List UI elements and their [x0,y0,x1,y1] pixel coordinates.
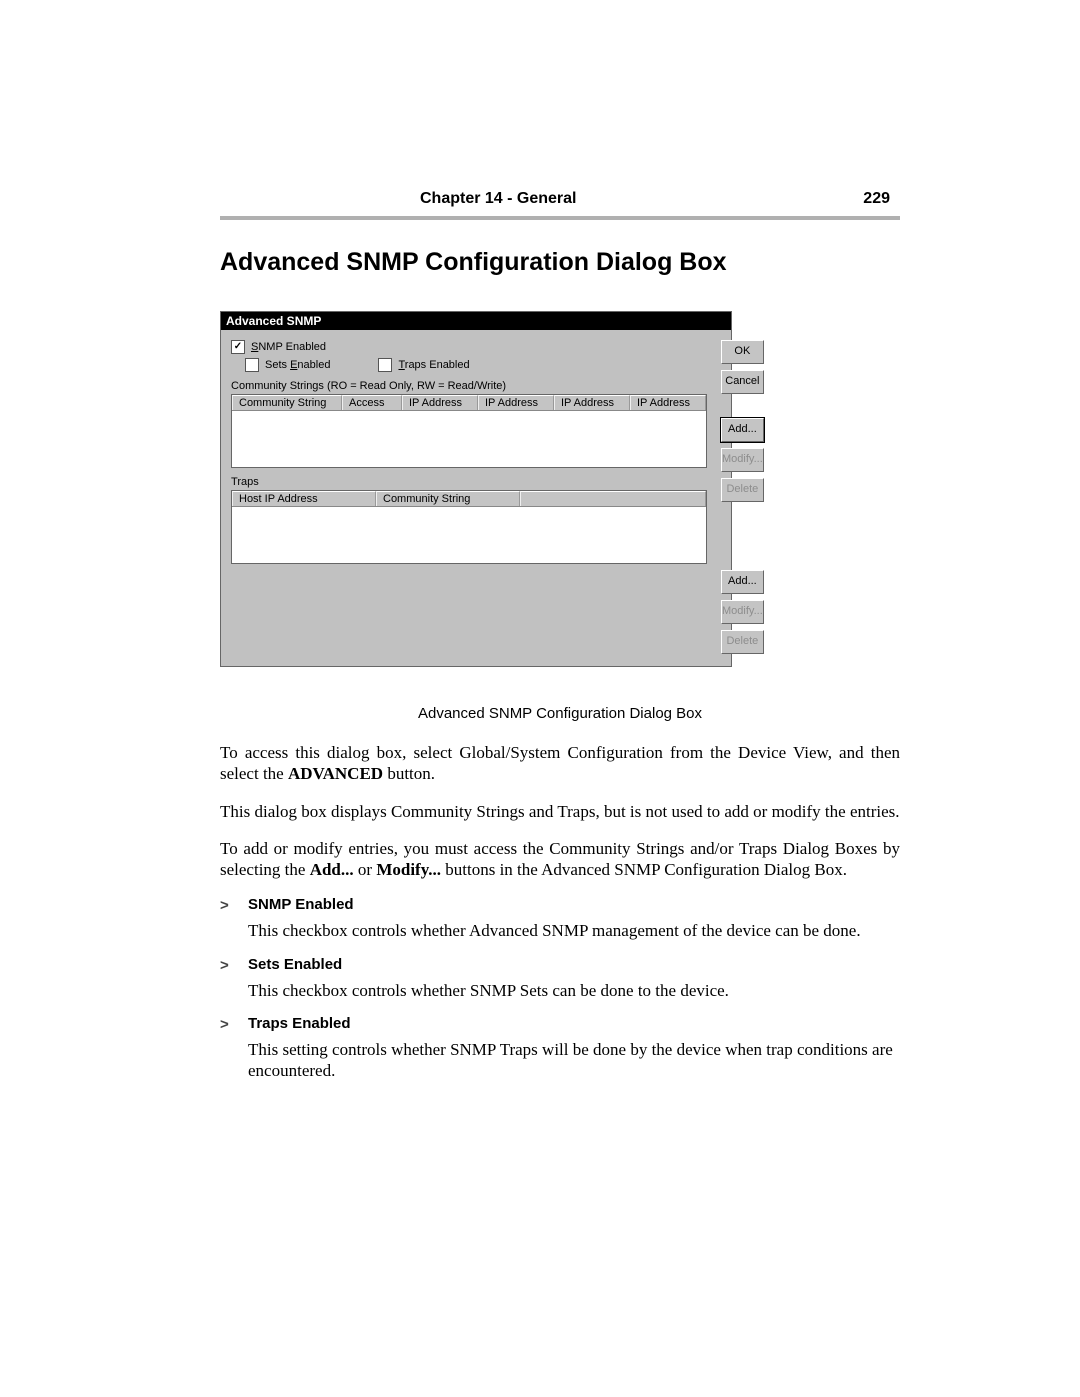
chapter-label: Chapter 14 - General [420,190,577,208]
traps-enabled-checkbox[interactable] [378,358,392,372]
community-add-button[interactable]: Add... [721,418,764,442]
document-page: Chapter 14 - General 229 Advanced SNMP C… [0,0,1080,1255]
traps-caption: Traps [231,476,707,488]
item-body: This setting controls whether SNMP Traps… [248,1039,900,1082]
col-ip2: IP Address [478,395,554,410]
col-host-ip: Host IP Address [232,491,376,506]
col-access: Access [342,395,402,410]
item-heading: Sets Enabled [248,956,342,974]
sets-enabled-checkbox[interactable] [245,358,259,372]
item-sets-enabled: > Sets Enabled [220,956,900,974]
traps-header: Host IP Address Community String [232,491,706,507]
col-ip1: IP Address [402,395,478,410]
traps-delete-button[interactable]: Delete [721,630,764,654]
col-ip3: IP Address [554,395,630,410]
ok-button[interactable]: OK [721,340,764,364]
col-community: Community String [376,491,520,506]
sets-enabled-label: Sets Enabled [265,359,330,371]
item-snmp-enabled: > SNMP Enabled [220,896,900,914]
page-title: Advanced SNMP Configuration Dialog Box [220,248,900,277]
community-delete-button[interactable]: Delete [721,478,764,502]
snmp-enabled-label: SSNMP EnabledNMP Enabled [251,341,326,353]
snmp-enabled-checkbox[interactable]: ✓ [231,340,245,354]
traps-list[interactable]: Host IP Address Community String [231,490,707,564]
col-community-string: Community String [232,395,342,410]
col-ip4: IP Address [630,395,706,410]
traps-add-button[interactable]: Add... [721,570,764,594]
item-heading: SNMP Enabled [248,896,354,914]
figure-caption: Advanced SNMP Configuration Dialog Box [220,705,900,722]
paragraph-displays: This dialog box displays Community Strin… [220,801,900,822]
community-strings-header: Community String Access IP Address IP Ad… [232,395,706,411]
community-strings-caption: Community Strings (RO = Read Only, RW = … [231,380,707,392]
item-body: This checkbox controls whether Advanced … [248,920,900,941]
item-body: This checkbox controls whether SNMP Sets… [248,980,900,1001]
header-rule [220,216,900,220]
chevron-icon: > [220,1015,234,1033]
item-traps-enabled: > Traps Enabled [220,1015,900,1033]
paragraph-access: To access this dialog box, select Global… [220,742,900,785]
chevron-icon: > [220,896,234,914]
chevron-icon: > [220,956,234,974]
item-heading: Traps Enabled [248,1015,351,1033]
traps-modify-button[interactable]: Modify... [721,600,764,624]
community-modify-button[interactable]: Modify... [721,448,764,472]
page-header: Chapter 14 - General 229 [220,190,900,216]
page-number: 229 [863,190,890,208]
traps-enabled-label: Traps Enabled [398,359,469,371]
advanced-snmp-dialog: Advanced SNMP ✓ SSNMP EnabledNMP Enabled… [220,311,732,667]
paragraph-addmodify: To add or modify entries, you must acces… [220,838,900,881]
dialog-titlebar: Advanced SNMP [221,312,731,330]
community-strings-list[interactable]: Community String Access IP Address IP Ad… [231,394,707,468]
cancel-button[interactable]: Cancel [721,370,764,394]
